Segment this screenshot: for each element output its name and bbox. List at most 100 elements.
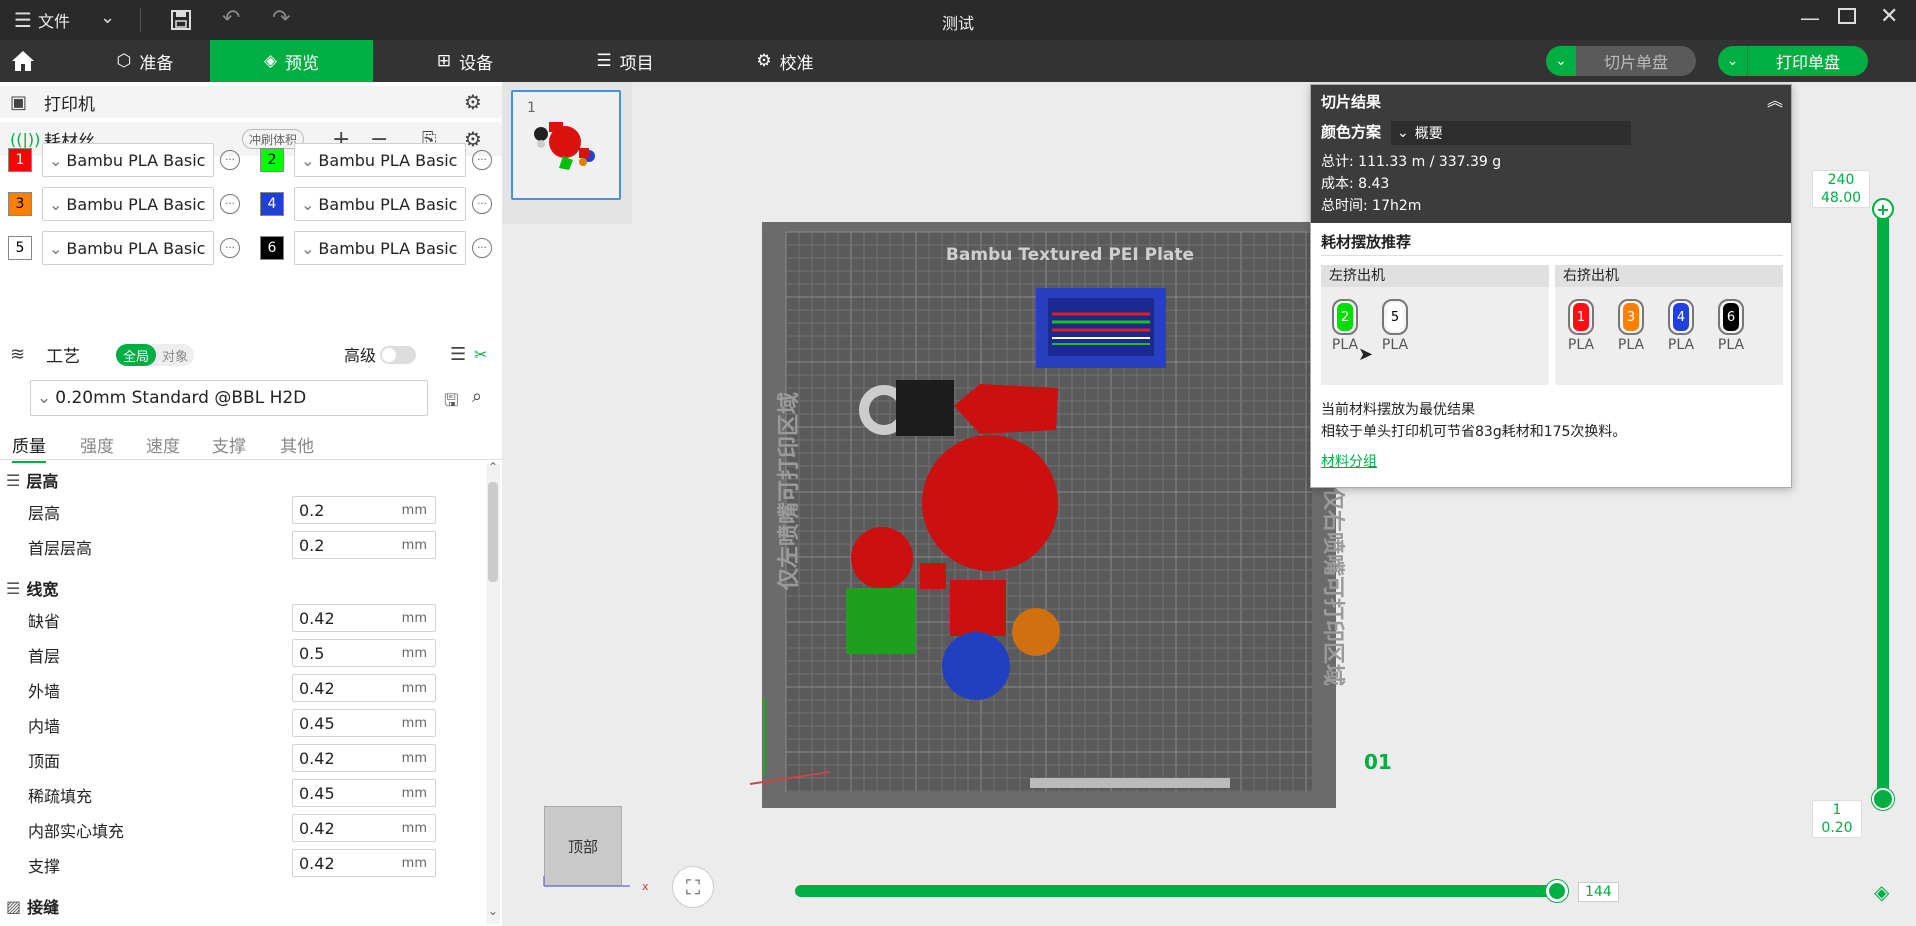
filament-more-icon[interactable]: ···	[472, 238, 492, 258]
global-object-toggle[interactable]: 全局 对象	[116, 344, 194, 366]
param-input[interactable]: 0.45 mm	[292, 709, 436, 737]
undo-icon[interactable]: ↶	[222, 6, 240, 31]
filament-more-icon[interactable]: ···	[220, 194, 240, 214]
param-input[interactable]: 0.5 mm	[292, 639, 436, 667]
param-value: 0.42	[299, 748, 335, 768]
tab-preview[interactable]: ◈ 预览	[210, 40, 373, 82]
filament-slot-number[interactable]: 6	[260, 236, 284, 260]
param-input[interactable]: 0.42 mm	[292, 604, 436, 632]
filament-slot-number[interactable]: 3	[8, 192, 32, 216]
tab-project[interactable]: ☰ 项目	[560, 40, 690, 82]
collapse-icon[interactable]: ︽	[1767, 87, 1783, 111]
minimize-icon[interactable]: —	[1800, 6, 1820, 30]
material-group-link[interactable]: 材料分组	[1321, 451, 1377, 471]
color-scheme-dropdown[interactable]: ⌄ 概要	[1391, 121, 1631, 145]
subtab-4[interactable]: 其他	[280, 432, 314, 461]
filament-more-icon[interactable]: ···	[220, 150, 240, 170]
plate-thumbnail[interactable]: 1	[511, 90, 621, 200]
move-slider-handle[interactable]	[1546, 880, 1568, 902]
filament-slot-number[interactable]: 2	[260, 148, 284, 172]
param-input[interactable]: 0.2 mm	[292, 496, 436, 524]
filament-preset-dropdown[interactable]: ⌄ Bambu PLA Basic	[42, 231, 214, 265]
parameter-scrollbar[interactable]: ⌃ ⌄	[486, 460, 500, 924]
build-plate[interactable]: Bambu Textured PEI Plate 仅左喷嘴可打印区域 仅右喷嘴可…	[740, 218, 1370, 818]
param-input[interactable]: 0.42 mm	[292, 814, 436, 842]
layer-slider-bottom-handle[interactable]	[1872, 788, 1894, 810]
param-input[interactable]: 0.42 mm	[292, 674, 436, 702]
search-icon[interactable]: ⌕	[472, 386, 482, 407]
file-menu-button[interactable]: ☰ 文件	[14, 0, 70, 40]
scroll-down-icon[interactable]: ⌄	[488, 904, 498, 918]
subtab-2[interactable]: 速度	[146, 432, 180, 461]
chevron-down-icon[interactable]: ⌄	[100, 7, 115, 28]
filament-slot-number[interactable]: 4	[260, 192, 284, 216]
advanced-toggle[interactable]	[380, 346, 416, 364]
chevron-down-icon[interactable]: ⌄	[1718, 46, 1748, 76]
scroll-thumb[interactable]	[488, 482, 498, 582]
group-title-text: 接缝	[27, 898, 60, 917]
maximize-icon[interactable]	[1838, 8, 1856, 24]
time-stat: 总时间: 17h2m	[1321, 198, 1422, 214]
recommend-note-1: 当前材料摆放为最优结果	[1321, 402, 1475, 418]
param-input[interactable]: 0.42 mm	[292, 849, 436, 877]
spool-number: 5	[1387, 303, 1403, 331]
redo-icon[interactable]: ↷	[272, 6, 290, 31]
param-label: 顶面	[28, 752, 61, 771]
reset-view-button[interactable]: ⛶	[672, 866, 714, 908]
filament-slot-number[interactable]: 1	[8, 148, 32, 172]
tune-icon[interactable]: ✂	[474, 345, 487, 364]
close-icon[interactable]: ✕	[1880, 4, 1898, 29]
filament-preset-dropdown[interactable]: ⌄ Bambu PLA Basic	[42, 143, 214, 177]
process-preset-dropdown[interactable]: ⌄ 0.20mm Standard @BBL H2D	[30, 380, 428, 416]
subtab-3[interactable]: 支撑	[212, 432, 246, 461]
chevron-down-icon[interactable]: ⌄	[1546, 46, 1576, 76]
param-unit: mm	[401, 715, 427, 731]
save-icon[interactable]	[170, 9, 192, 31]
right-extruder-title: 右挤出机	[1555, 265, 1783, 287]
filament-more-icon[interactable]: ···	[472, 150, 492, 170]
subtab-1[interactable]: 强度	[80, 432, 114, 461]
compare-icon[interactable]: ☰	[450, 344, 466, 365]
layer-slider[interactable]	[1877, 210, 1889, 800]
chevron-down-icon: ⌄	[1397, 125, 1409, 141]
filament-more-icon[interactable]: ···	[472, 194, 492, 214]
spool-number: 2	[1337, 303, 1353, 331]
slice-plate-button[interactable]: ⌄ 切片单盘	[1546, 46, 1696, 76]
filament-spool[interactable]: 3 PLA	[1611, 299, 1651, 353]
param-input[interactable]: 0.2 mm	[292, 531, 436, 559]
process-section-title: 工艺	[46, 346, 80, 367]
plate-thumbnail-list: 1	[502, 82, 632, 224]
filament-slot-number[interactable]: 5	[8, 236, 32, 260]
tab-calibration[interactable]: ⚙ 校准	[720, 40, 850, 82]
filament-more-icon[interactable]: ···	[220, 238, 240, 258]
view-cube[interactable]: 顶部	[544, 806, 622, 886]
filament-spool[interactable]: 4 PLA	[1661, 299, 1701, 353]
param-input[interactable]: 0.45 mm	[292, 779, 436, 807]
spool-number: 1	[1573, 303, 1589, 331]
tab-device[interactable]: ⊞ 设备	[400, 40, 530, 82]
print-plate-button[interactable]: ⌄ 打印单盘	[1718, 46, 1868, 76]
filament-spool[interactable]: 6 PLA	[1711, 299, 1751, 353]
filament-preset-dropdown[interactable]: ⌄ Bambu PLA Basic	[294, 187, 466, 221]
filament-preset-dropdown[interactable]: ⌄ Bambu PLA Basic	[294, 231, 466, 265]
toggle-global[interactable]: 全局	[116, 344, 156, 366]
printer-settings-icon[interactable]: ⚙	[464, 90, 482, 114]
home-icon[interactable]	[10, 49, 36, 73]
layer-slider-top-handle[interactable]: +	[1872, 198, 1894, 220]
layers-view-icon[interactable]: ◈	[1874, 880, 1889, 904]
subtab-0[interactable]: 质量	[12, 432, 46, 463]
tab-prepare[interactable]: ⬡ 准备	[80, 40, 210, 82]
filament-preset-dropdown[interactable]: ⌄ Bambu PLA Basic	[294, 143, 466, 177]
toggle-object[interactable]: 对象	[156, 346, 194, 365]
filament-spool[interactable]: 1 PLA	[1561, 299, 1601, 353]
print-plate-label: 打印单盘	[1775, 53, 1840, 72]
param-input[interactable]: 0.42 mm	[292, 744, 436, 772]
filament-settings-icon[interactable]: ⚙	[464, 127, 482, 151]
scroll-up-icon[interactable]: ⌃	[488, 460, 498, 474]
move-slider[interactable]	[795, 885, 1561, 897]
printer-section-title: 打印机	[44, 94, 95, 115]
group-title-layer_height: ☰ 层高	[6, 468, 58, 492]
save-preset-icon[interactable]: 🖫	[444, 388, 458, 417]
filament-preset-dropdown[interactable]: ⌄ Bambu PLA Basic	[42, 187, 214, 221]
filament-spool[interactable]: 5 PLA	[1375, 299, 1415, 353]
